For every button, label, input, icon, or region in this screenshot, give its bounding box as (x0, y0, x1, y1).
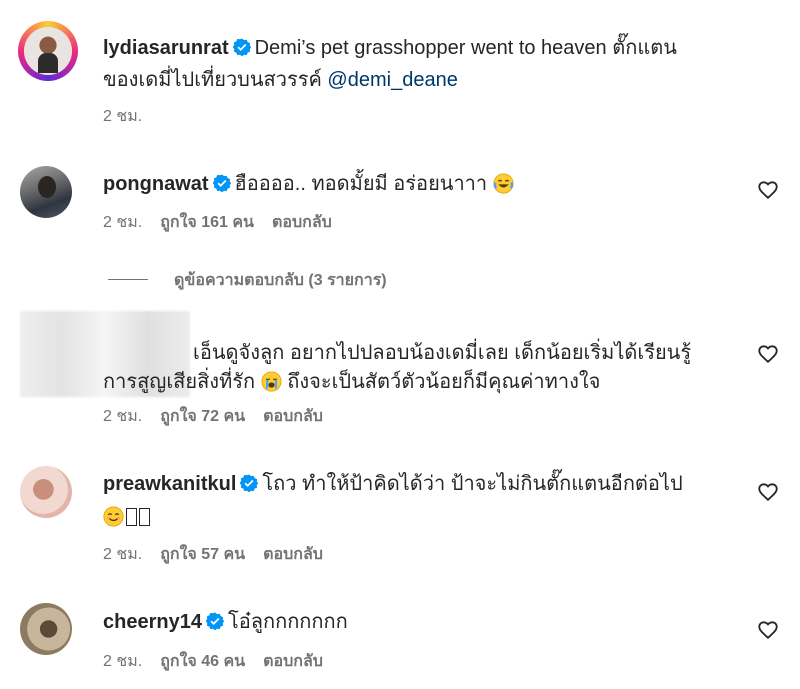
caption-avatar[interactable] (18, 21, 78, 81)
mention-link[interactable]: @demi_deane (327, 69, 457, 91)
comment-text: โอ๋ลูกกกกกกก (227, 611, 348, 633)
loudly-crying-face-icon (261, 371, 282, 392)
caption-line-2: ของเดมี่ไปเที่ยวบนสวรรค์ @demi_deane (103, 67, 458, 93)
caption-line-1: lydiasarunrat Demi’s pet grasshopper went… (103, 35, 677, 61)
comment-avatar[interactable] (20, 166, 72, 218)
comment-line: pongnawat ฮืออออ.. ทอดมั้ยมี อร่อยนาาา (103, 171, 514, 197)
view-replies-label: ดูข้อความตอบกลับ (3 รายการ) (174, 272, 387, 289)
caption-username[interactable]: lydiasarunrat (103, 37, 229, 59)
verified-badge-icon (240, 474, 259, 492)
reply-button[interactable]: ตอบกลับ (263, 546, 323, 563)
unrendered-glyph (126, 508, 137, 526)
view-replies-button[interactable]: ดูข้อความตอบกลับ (3 รายการ) (108, 271, 387, 291)
comment-username[interactable]: pongnawat (103, 173, 209, 195)
comment-time[interactable]: 2 ชม. (103, 408, 142, 425)
verified-badge-icon (232, 38, 251, 56)
caption-text: Demi’s pet grasshopper went to heaven ตั… (254, 37, 677, 59)
reply-button[interactable]: ตอบกลับ (272, 214, 332, 231)
comment-meta: 2 ชม. ถูกใจ 72 คน ตอบกลับ (103, 407, 341, 427)
comment-time[interactable]: 2 ชม. (103, 653, 142, 670)
comment-avatar[interactable] (20, 466, 72, 518)
caption-time[interactable]: 2 ชม. (103, 108, 142, 125)
smiling-face-icon (103, 506, 124, 527)
face-with-tears-of-joy-icon (493, 173, 514, 194)
unrendered-glyph (139, 508, 150, 526)
comment-avatar[interactable] (20, 603, 72, 655)
comment-line: เอ็นดูจังลูก อยากไปปลอบน้องเดมี่เลย เด็ก… (193, 340, 691, 366)
likes-count[interactable]: ถูกใจ 72 คน (160, 408, 245, 425)
comment-text-2: การสูญเสียสิ่งที่รัก (103, 371, 256, 393)
likes-count[interactable]: ถูกใจ 57 คน (160, 546, 245, 563)
comment-meta: 2 ชม. ถูกใจ 161 คน ตอบกลับ (103, 213, 350, 233)
comment-line: cheerny14 โอ๋ลูกกกกกกก (103, 609, 348, 635)
comment-line: preawkanitkul โถว ทำให้ป้าคิดได้ว่า ป้าจะ… (103, 471, 683, 497)
likes-count[interactable]: ถูกใจ 161 คน (160, 214, 254, 231)
comment-username[interactable]: preawkanitkul (103, 473, 236, 495)
caption-meta: 2 ชม. (103, 107, 160, 127)
verified-badge-icon (205, 612, 224, 630)
comment-text: โถว ทำให้ป้าคิดได้ว่า ป้าจะไม่กินตั๊กแตน… (262, 473, 683, 495)
view-replies-divider (108, 279, 148, 280)
avatar-image (24, 27, 72, 75)
reply-button[interactable]: ตอบกลับ (263, 408, 323, 425)
verified-badge-icon (212, 174, 231, 192)
comment-meta: 2 ชม. ถูกใจ 46 คน ตอบกลับ (103, 652, 341, 672)
caption-text-2: ของเดมี่ไปเที่ยวบนสวรรค์ (103, 69, 322, 91)
comment-username[interactable]: cheerny14 (103, 611, 202, 633)
comment-time[interactable]: 2 ชม. (103, 214, 142, 231)
comment-line-2: การสูญเสียสิ่งที่รัก ถึงจะเป็นสัตว์ตัวน้… (103, 369, 600, 395)
comment-text-3: ถึงจะเป็นสัตว์ตัวน้อยก็มีคุณค่าทางใจ (287, 371, 601, 393)
heart-icon[interactable] (757, 179, 779, 201)
reply-button[interactable]: ตอบกลับ (263, 653, 323, 670)
heart-icon[interactable] (757, 343, 779, 365)
comment-text: ฮืออออ.. ทอดมั้ยมี อร่อยนาาา (234, 173, 488, 195)
comment-time[interactable]: 2 ชม. (103, 546, 142, 563)
heart-icon[interactable] (757, 619, 779, 641)
comment-meta: 2 ชม. ถูกใจ 57 คน ตอบกลับ (103, 545, 341, 565)
likes-count[interactable]: ถูกใจ 46 คน (160, 653, 245, 670)
comment-line-2 (103, 504, 150, 530)
comment-text: เอ็นดูจังลูก อยากไปปลอบน้องเดมี่เลย เด็ก… (193, 342, 692, 364)
heart-icon[interactable] (757, 481, 779, 503)
